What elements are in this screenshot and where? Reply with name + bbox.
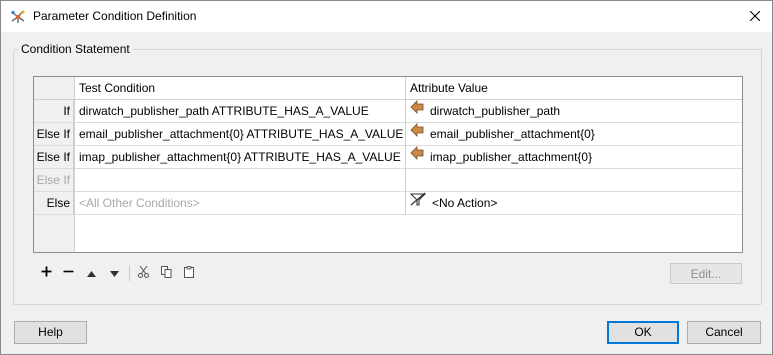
cut-button[interactable]: [133, 263, 153, 283]
attribute-arrow-icon: [410, 123, 424, 145]
table-row[interactable]: Else <All Other Conditions> <No Action>: [34, 192, 742, 215]
test-condition-cell[interactable]: email_publisher_attachment{0} ATTRIBUTE_…: [75, 123, 406, 146]
close-button[interactable]: [738, 1, 772, 32]
remove-row-button[interactable]: [58, 263, 78, 283]
attribute-value-cell[interactable]: dirwatch_publisher_path: [406, 100, 742, 123]
move-up-button[interactable]: [81, 263, 101, 283]
plus-icon: [41, 266, 52, 280]
group-label: Condition Statement: [18, 42, 133, 56]
add-row-button[interactable]: [36, 263, 56, 283]
table-header: Test Condition Attribute Value: [34, 77, 742, 100]
paste-button[interactable]: [179, 263, 199, 283]
attribute-value-cell[interactable]: [406, 169, 742, 192]
cancel-button[interactable]: Cancel: [687, 321, 761, 344]
column-header-test[interactable]: Test Condition: [75, 77, 406, 99]
attribute-value-text: email_publisher_attachment{0}: [430, 127, 595, 141]
help-button[interactable]: Help: [14, 321, 87, 344]
edit-button[interactable]: Edit...: [670, 263, 742, 284]
attribute-value-text: dirwatch_publisher_path: [430, 104, 561, 118]
app-icon: [10, 9, 26, 25]
copy-icon: [160, 265, 172, 281]
triangle-down-icon: [109, 266, 119, 280]
row-label: Else If: [34, 169, 74, 192]
attribute-value-cell[interactable]: <No Action>: [406, 192, 742, 215]
toolbar-separator: [129, 265, 130, 281]
column-header-value[interactable]: Attribute Value: [406, 77, 742, 99]
attribute-arrow-icon: [410, 100, 424, 122]
move-down-button[interactable]: [104, 263, 124, 283]
row-toolbar: [36, 263, 196, 283]
attribute-value-cell[interactable]: email_publisher_attachment{0}: [406, 123, 742, 146]
copy-button[interactable]: [156, 263, 176, 283]
attribute-arrow-icon: [410, 146, 424, 168]
header-corner: [34, 77, 75, 99]
row-label: If: [34, 100, 74, 123]
ok-button[interactable]: OK: [607, 321, 679, 344]
minus-icon: [63, 266, 74, 280]
dialog-window: Parameter Condition Definition Condition…: [0, 0, 773, 355]
attribute-value-text: imap_publisher_attachment{0}: [430, 150, 593, 164]
no-action-icon: [409, 192, 427, 214]
table-row[interactable]: If dirwatch_publisher_path ATTRIBUTE_HAS…: [34, 100, 742, 123]
test-condition-cell[interactable]: dirwatch_publisher_path ATTRIBUTE_HAS_A_…: [75, 100, 406, 123]
title-bar: Parameter Condition Definition: [1, 1, 772, 32]
scissors-icon: [137, 265, 149, 281]
test-condition-cell[interactable]: <All Other Conditions>: [75, 192, 406, 215]
condition-table: Test Condition Attribute Value If dirwat…: [33, 76, 743, 253]
window-title: Parameter Condition Definition: [33, 9, 197, 23]
table-row[interactable]: Else If email_publisher_attachment{0} AT…: [34, 123, 742, 146]
triangle-up-icon: [86, 266, 96, 280]
row-label: Else If: [34, 123, 74, 146]
table-row[interactable]: Else If: [34, 169, 742, 192]
attribute-value-text: <No Action>: [432, 196, 498, 210]
row-label: Else: [34, 192, 74, 215]
test-condition-cell[interactable]: imap_publisher_attachment{0} ATTRIBUTE_H…: [75, 146, 406, 169]
table-row[interactable]: Else If imap_publisher_attachment{0} ATT…: [34, 146, 742, 169]
attribute-value-cell[interactable]: imap_publisher_attachment{0}: [406, 146, 742, 169]
close-icon: [749, 10, 761, 24]
clipboard-icon: [184, 265, 194, 281]
row-label: Else If: [34, 146, 74, 169]
test-condition-cell[interactable]: [75, 169, 406, 192]
